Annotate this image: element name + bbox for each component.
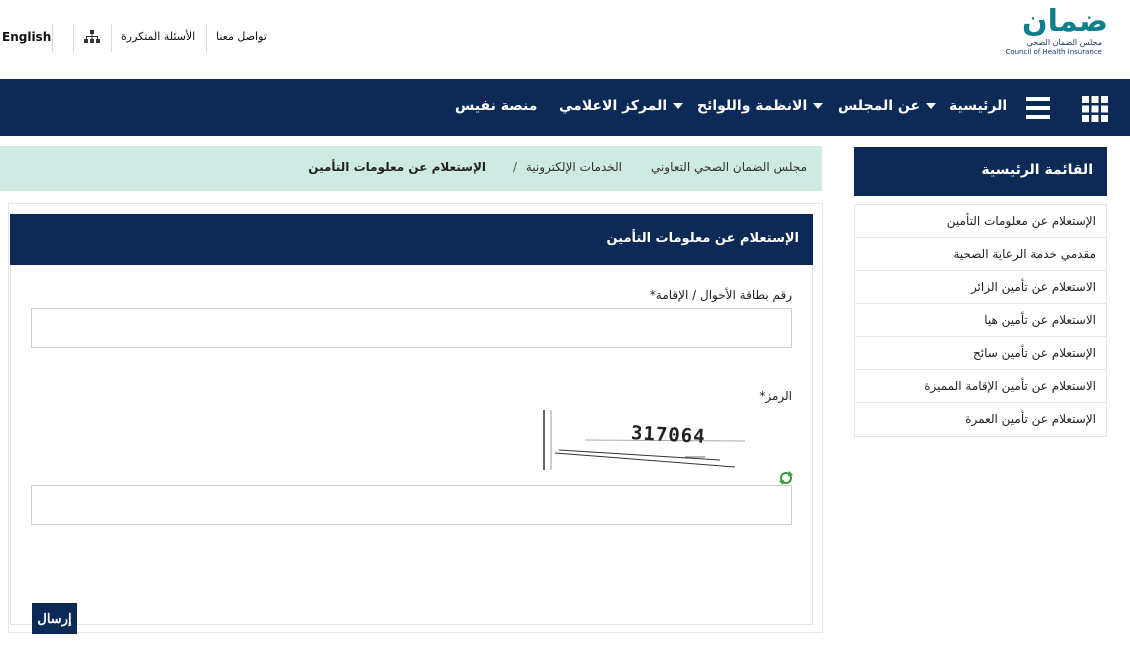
divider: [52, 24, 53, 52]
top-bar: English الأسئلة المتكررة تواصل معنا ضمان…: [0, 0, 1130, 79]
divider: [206, 24, 207, 52]
captcha-code-input[interactable]: [31, 485, 792, 525]
language-switch-link[interactable]: English: [2, 30, 51, 44]
captcha-image: 317064: [543, 410, 792, 470]
chevron-down-icon: [813, 103, 824, 109]
nav-item-about[interactable]: عن المجلس: [838, 98, 937, 114]
sidebar-menu: الإستعلام عن معلومات التأمين مقدمي خدمة …: [854, 204, 1107, 437]
sidebar-item-premium-residency-insurance[interactable]: الاستعلام عن تأمين الإقامة المميزة: [855, 370, 1106, 403]
sidebar-item-umrah-insurance[interactable]: الإستعلام عن تأمين العمرة: [855, 403, 1106, 436]
logo-arabic-wordmark: ضمان: [1022, 4, 1109, 39]
sidebar-item-tourist-insurance[interactable]: الإستعلام عن تأمين سائح: [855, 337, 1106, 370]
form-body: رقم بطاقة الأحوال / الإقامة* الرمز* 3170…: [10, 265, 813, 634]
nav-item-media-center[interactable]: المركز الاعلامي: [559, 98, 684, 114]
logo-subtitle-english: Council of Health Insurance: [1005, 48, 1102, 56]
chevron-down-icon: [673, 103, 684, 109]
breadcrumb-item-council[interactable]: مجلس الضمان الصحي التعاوني: [651, 160, 807, 174]
sidebar-item-healthcare-providers[interactable]: مقدمي خدمة الرعاية الصحية: [855, 238, 1106, 271]
id-number-input[interactable]: [31, 308, 792, 348]
submit-button[interactable]: إرسال: [32, 603, 77, 634]
nav-item-label: الانظمة واللوائح: [697, 98, 808, 114]
breadcrumb-item-current: الإستعلام عن معلومات التأمين: [308, 160, 486, 174]
refresh-captcha-icon[interactable]: [779, 471, 793, 485]
apps-grid-icon[interactable]: [1082, 96, 1108, 122]
captcha-code-label: الرمز*: [759, 389, 792, 403]
nav-item-label: عن المجلس: [838, 98, 921, 114]
sidebar-item-visitor-insurance[interactable]: الاستعلام عن تأمين الزائر: [855, 271, 1106, 304]
nav-item-label: المركز الاعلامي: [559, 98, 668, 114]
sidebar-item-hayya-insurance[interactable]: الاستعلام عن تأمين هيا: [855, 304, 1106, 337]
main-navigation: الرئيسية عن المجلس الانظمة واللوائح المر…: [0, 79, 1130, 136]
captcha-text: 317064: [630, 422, 707, 448]
council-logo[interactable]: ضمان مجلس الضمان الصحي Council of Health…: [998, 4, 1109, 62]
inquiry-form-panel: الإستعلام عن معلومات التأمين رقم بطاقة ا…: [8, 203, 823, 634]
form-title: الإستعلام عن معلومات التأمين: [10, 214, 813, 265]
logo-subtitle-arabic: مجلس الضمان الصحي: [1026, 38, 1102, 47]
nav-item-label: منصة نفيس: [455, 98, 538, 114]
breadcrumb: مجلس الضمان الصحي التعاوني الخدمات الإلك…: [0, 146, 822, 191]
divider: [73, 24, 74, 52]
breadcrumb-item-eservices[interactable]: الخدمات الإلكترونية: [526, 160, 622, 174]
sidebar-item-insurance-info[interactable]: الإستعلام عن معلومات التأمين: [855, 205, 1106, 238]
chevron-down-icon: [926, 103, 937, 109]
sidebar-title: القائمة الرئيسية: [854, 147, 1107, 196]
nav-item-nafis[interactable]: منصة نفيس: [455, 98, 537, 114]
nav-item-label: الرئيسية: [949, 98, 1008, 114]
id-number-label: رقم بطاقة الأحوال / الإقامة*: [649, 288, 792, 302]
faq-link[interactable]: الأسئلة المتكررة: [121, 30, 195, 43]
sitemap-icon[interactable]: [84, 30, 100, 44]
nav-item-home[interactable]: الرئيسية: [949, 98, 1007, 114]
hamburger-menu-icon[interactable]: [1026, 96, 1050, 120]
breadcrumb-separator: /: [512, 160, 517, 174]
contact-link[interactable]: تواصل معنا: [216, 30, 267, 43]
divider: [111, 24, 112, 52]
nav-item-regulations[interactable]: الانظمة واللوائح: [697, 98, 824, 114]
